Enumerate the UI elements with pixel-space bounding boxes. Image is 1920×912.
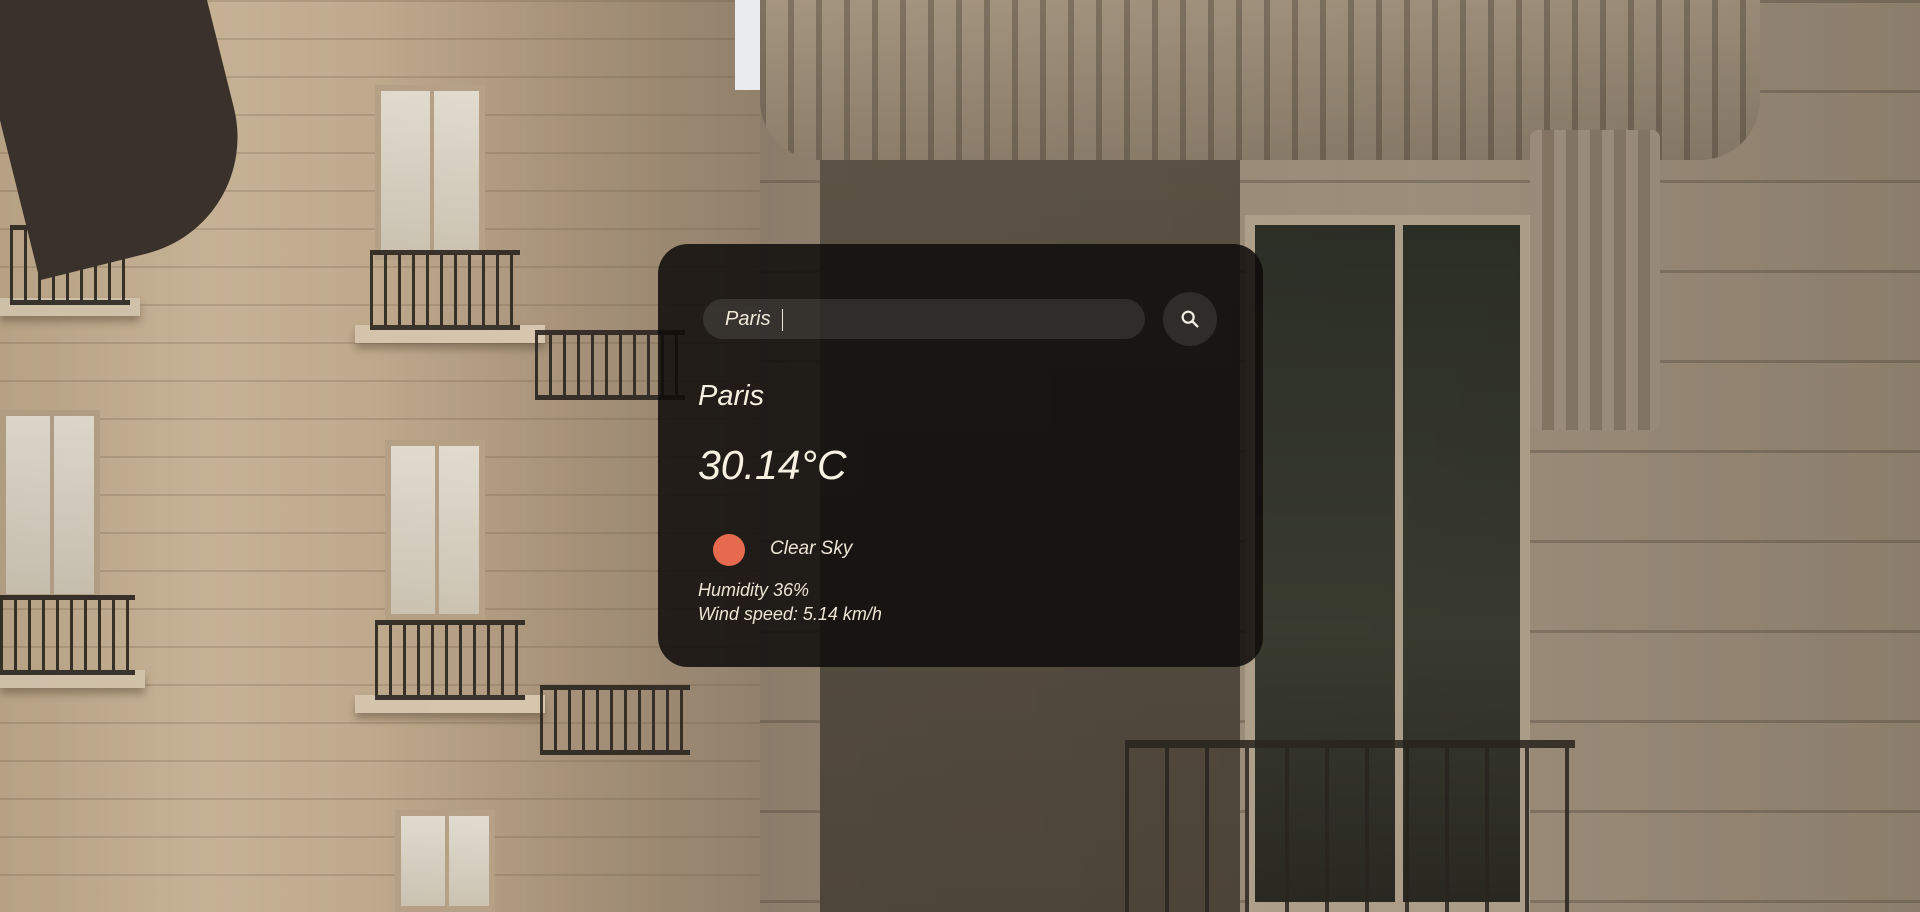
search-button[interactable]: [1163, 292, 1217, 346]
temperature: 30.14°C: [698, 442, 847, 488]
search-input[interactable]: [703, 299, 1145, 339]
text-caret: [782, 309, 783, 331]
search-icon: [1181, 310, 1199, 328]
wind-speed-text: Wind speed: 5.14 km/h: [698, 604, 882, 624]
weather-description: Clear Sky: [770, 538, 853, 559]
city-name: Paris: [698, 380, 765, 412]
humidity-text: Humidity 36%: [698, 580, 810, 600]
sun-icon: [713, 534, 745, 566]
weather-card: Paris 30.14°C Clear Sky Humidity 36% Win…: [658, 244, 1263, 667]
search-bar: [703, 292, 1218, 346]
